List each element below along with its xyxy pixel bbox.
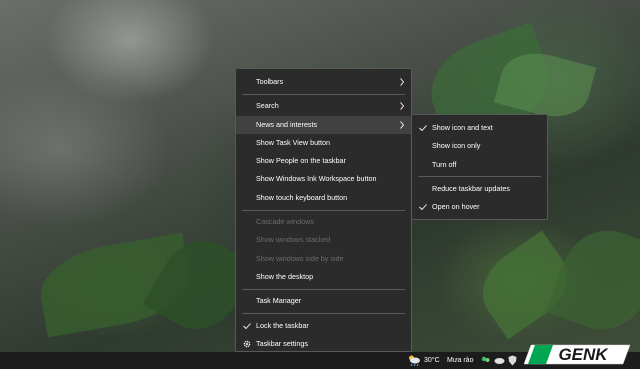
submenu-item-turn-off[interactable]: Turn off — [412, 156, 547, 174]
menu-item-label: Lock the taskbar — [256, 320, 309, 330]
submenu-item-open-on-hover[interactable]: Open on hover — [412, 198, 547, 216]
gear-icon — [243, 340, 251, 348]
menu-item-label: Show the desktop — [256, 271, 314, 281]
menu-item-label: Show windows stacked — [256, 235, 331, 245]
submenu-item-label: Turn off — [432, 159, 457, 169]
chevron-right-icon — [400, 102, 405, 111]
checkmark-icon — [243, 322, 251, 329]
menu-separator — [242, 209, 405, 211]
checkmark-icon — [419, 204, 427, 211]
menu-item-label: Search — [256, 101, 279, 111]
submenu-item-label: Open on hover — [432, 202, 480, 212]
submenu-item-show-icon-only[interactable]: Show icon only — [412, 137, 547, 155]
onedrive-cloud-icon[interactable] — [494, 356, 505, 365]
shield-icon[interactable] — [508, 355, 517, 366]
menu-separator — [242, 288, 405, 290]
news-interests-submenu: Show icon and text Show icon only Turn o… — [411, 114, 548, 220]
menu-item-label: Taskbar settings — [256, 338, 308, 348]
menu-item-windows-stacked: Show windows stacked — [236, 231, 411, 249]
menu-item-label: Task Manager — [256, 296, 302, 306]
menu-item-label: Cascade windows — [256, 217, 314, 227]
weather-cloud-rain-icon[interactable] — [407, 354, 421, 367]
menu-item-lock-taskbar[interactable]: Lock the taskbar — [236, 317, 411, 335]
menu-item-show-people[interactable]: Show People on the taskbar — [236, 152, 411, 170]
menu-item-label: Toolbars — [256, 77, 284, 86]
checkmark-icon — [419, 125, 427, 132]
menu-item-show-task-view[interactable]: Show Task View button — [236, 134, 411, 152]
wallpaper-leaf — [545, 217, 640, 343]
taskbar-context-menu: Toolbars Search News and interests Show … — [235, 68, 412, 352]
submenu-item-reduce-updates[interactable]: Reduce taskbar updates — [412, 180, 547, 198]
menu-item-taskbar-settings[interactable]: Taskbar settings — [236, 335, 411, 353]
menu-item-cascade-windows: Cascade windows — [236, 213, 411, 231]
chevron-right-icon — [400, 78, 405, 86]
menu-separator — [242, 313, 405, 315]
menu-item-toolbars[interactable]: Toolbars — [236, 73, 411, 91]
submenu-item-label: Reduce taskbar updates — [432, 183, 510, 193]
menu-separator — [242, 93, 405, 95]
submenu-item-label: Show icon and text — [432, 123, 493, 132]
chevron-right-icon — [400, 120, 405, 129]
menu-item-search[interactable]: Search — [236, 97, 411, 115]
submenu-item-show-icon-and-text[interactable]: Show icon and text — [412, 119, 547, 137]
people-icon[interactable] — [480, 355, 491, 366]
weather-description[interactable]: Mưa rào — [447, 352, 473, 369]
menu-item-show-desktop[interactable]: Show the desktop — [236, 268, 411, 286]
menu-item-label: Show touch keyboard button — [256, 192, 348, 202]
menu-item-label: Show Windows Ink Workspace button — [256, 174, 377, 184]
menu-separator — [418, 176, 541, 178]
menu-item-show-ink-workspace[interactable]: Show Windows Ink Workspace button — [236, 170, 411, 188]
menu-item-news-and-interests[interactable]: News and interests — [236, 115, 411, 134]
genk-logo: GENK — [523, 344, 631, 365]
menu-item-show-touch-keyboard[interactable]: Show touch keyboard button — [236, 189, 411, 207]
menu-item-label: Show windows side by side — [256, 253, 344, 263]
menu-item-label: Show Task View button — [256, 137, 331, 147]
menu-item-windows-side-by-side: Show windows side by side — [236, 250, 411, 268]
genk-logo-text: GENK — [558, 345, 609, 364]
menu-item-label: News and interests — [256, 119, 318, 129]
weather-temperature[interactable]: 30°C — [424, 352, 440, 369]
menu-item-label: Show People on the taskbar — [256, 156, 346, 166]
submenu-item-label: Show icon only — [432, 141, 481, 151]
menu-item-task-manager[interactable]: Task Manager — [236, 292, 411, 310]
